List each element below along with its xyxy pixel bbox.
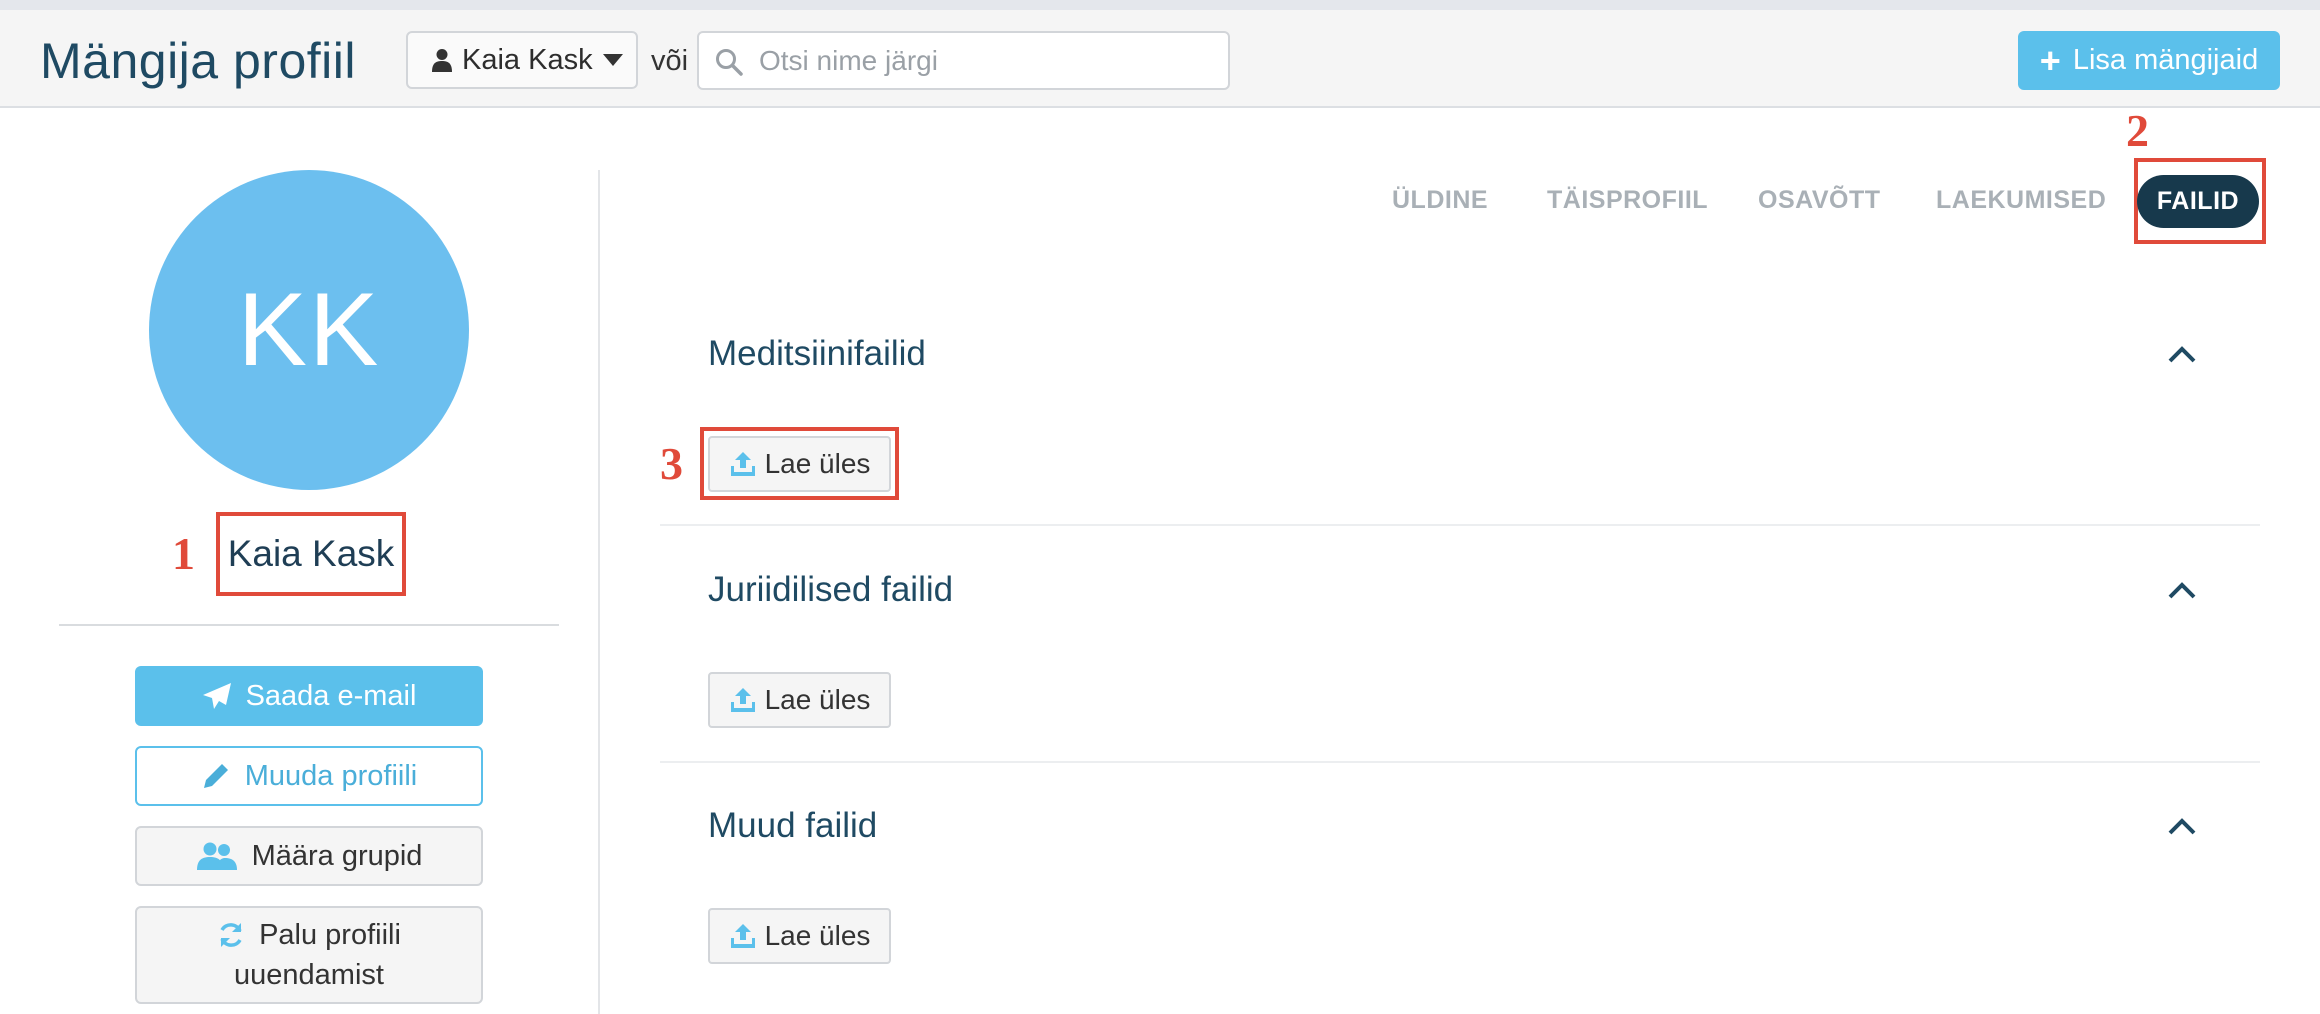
request-update-label-line1: Palu profiili (259, 919, 401, 951)
player-name-text: Kaia Kask (227, 533, 395, 574)
search-input[interactable] (759, 41, 1209, 81)
send-email-button[interactable]: Saada e-mail (135, 666, 483, 726)
request-update-label-line2: uuendamist (234, 959, 384, 991)
paper-plane-icon (202, 683, 231, 709)
edit-profile-button[interactable]: Muuda profiili (135, 746, 483, 806)
tab-general[interactable]: ÜLDINE (1392, 186, 1488, 215)
caret-down-icon (602, 54, 623, 66)
section-title-other: Muud failid (708, 806, 878, 845)
chevron-up-icon[interactable] (2167, 581, 2197, 599)
upload-icon (730, 688, 755, 712)
avatar-initials: KK (237, 271, 381, 388)
add-players-label: Lisa mängijaid (2072, 44, 2259, 76)
tab-files[interactable]: FAILID (2137, 175, 2259, 228)
upload-label: Lae üles (764, 920, 871, 951)
add-players-button[interactable]: + Lisa mängijaid (2018, 31, 2280, 90)
top-strip (0, 0, 2320, 10)
users-icon (196, 842, 237, 870)
search-icon (716, 49, 743, 76)
player-name: Kaia Kask (216, 512, 406, 596)
assign-groups-label: Määra grupid (251, 840, 423, 872)
tab-full-profile[interactable]: TÄISPROFIIL (1547, 186, 1708, 215)
divider (59, 624, 559, 626)
pencil-icon (203, 764, 228, 788)
upload-other-button[interactable]: Lae üles (708, 908, 891, 964)
column-divider (598, 170, 600, 1014)
search-box (697, 31, 1230, 90)
plus-icon: + (2039, 39, 2061, 81)
refresh-icon (220, 923, 242, 947)
chevron-up-icon[interactable] (2167, 817, 2197, 835)
or-label: või (651, 45, 689, 77)
upload-label: Lae üles (764, 448, 871, 479)
upload-icon (730, 924, 755, 948)
assign-groups-button[interactable]: Määra grupid (135, 826, 483, 886)
section-divider (660, 761, 2260, 763)
tab-payments[interactable]: LAEKUMISED (1936, 186, 2106, 215)
section-title-legal: Juriidilised failid (708, 570, 954, 609)
section-title-medical: Meditsiinifailid (708, 334, 926, 373)
player-select-label: Kaia Kask (462, 43, 593, 76)
section-divider (660, 524, 2260, 526)
upload-medical-button[interactable]: Lae üles (708, 436, 891, 492)
tab-files-label: FAILID (2156, 187, 2240, 215)
upload-label: Lae üles (764, 684, 871, 715)
annotation-marker-2: 2 (2126, 105, 2149, 156)
annotation-marker-3: 3 (660, 438, 683, 489)
player-select-dropdown[interactable]: Kaia Kask (406, 31, 638, 89)
chevron-up-icon[interactable] (2167, 345, 2197, 363)
profile-tabs: ÜLDINE TÄISPROFIIL OSAVÕTT LAEKUMISED (0, 174, 2320, 234)
edit-profile-label: Muuda profiili (244, 760, 418, 792)
request-profile-update-button[interactable]: Palu profiili uuendamist (135, 906, 483, 1004)
send-email-label: Saada e-mail (245, 680, 417, 712)
upload-legal-button[interactable]: Lae üles (708, 672, 891, 728)
page-title: Mängija profiil (40, 33, 356, 89)
tab-participation[interactable]: OSAVÕTT (1758, 186, 1880, 215)
upload-icon (730, 452, 755, 476)
page-header: Mängija profiil Kaia Kask või + Lisa män… (0, 10, 2320, 108)
annotation-marker-1: 1 (172, 528, 195, 579)
user-icon (432, 49, 452, 72)
